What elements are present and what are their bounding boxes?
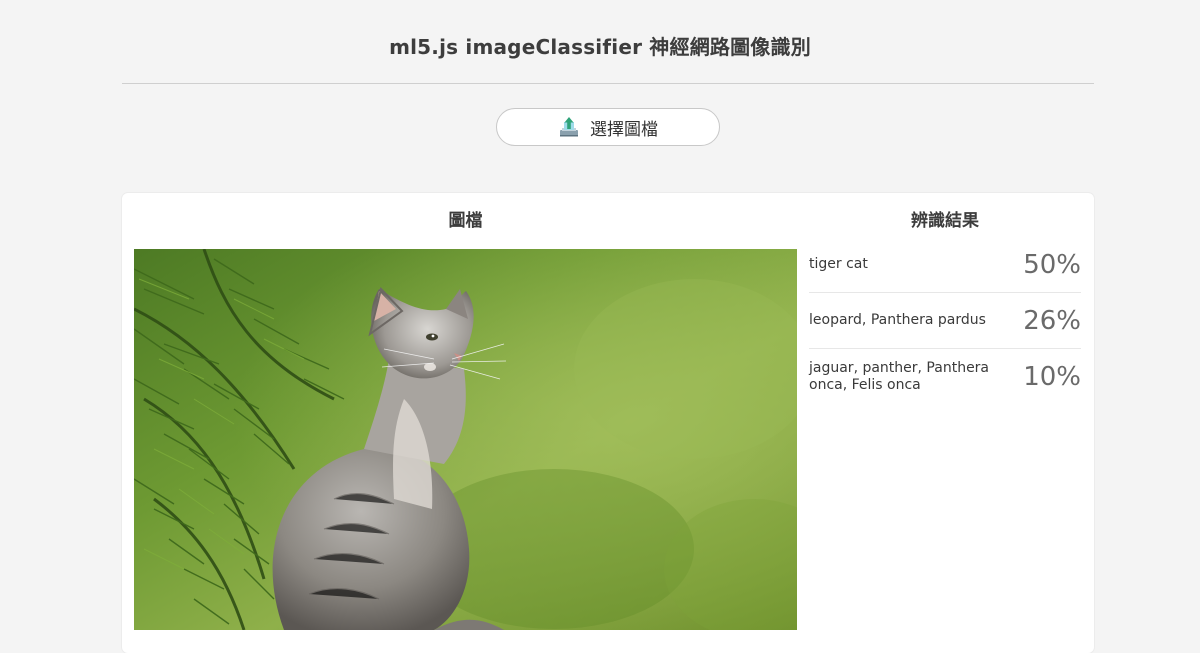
choose-image-label: 選擇圖檔 [590, 119, 658, 140]
result-score: 50% [1023, 249, 1081, 280]
result-label: leopard, Panthera pardus [809, 312, 986, 328]
uploaded-image [134, 249, 797, 630]
result-label: jaguar, panther, Panthera onca, Felis on… [809, 359, 990, 393]
result-row: leopard, Panthera pardus 26% [809, 293, 1081, 349]
results-list: tiger cat 50% leopard, Panthera pardus 2… [809, 237, 1081, 404]
result-row: tiger cat 50% [809, 237, 1081, 293]
kitten-photo [134, 249, 797, 630]
result-score: 10% [1023, 361, 1081, 392]
header-divider [122, 83, 1094, 84]
result-label: tiger cat [809, 256, 868, 272]
result-row: jaguar, panther, Panthera onca, Felis on… [809, 349, 1081, 404]
page-title: ml5.js imageClassifier 神經網路圖像識別 [389, 35, 811, 59]
upload-tray-icon [558, 116, 580, 138]
page-header: ml5.js imageClassifier 神經網路圖像識別 [0, 0, 1200, 84]
image-column-heading: 圖檔 [448, 211, 483, 231]
results-column-heading: 辨識結果 [911, 211, 979, 231]
result-score: 26% [1023, 305, 1081, 336]
choose-image-button[interactable]: 選擇圖檔 [496, 108, 720, 146]
